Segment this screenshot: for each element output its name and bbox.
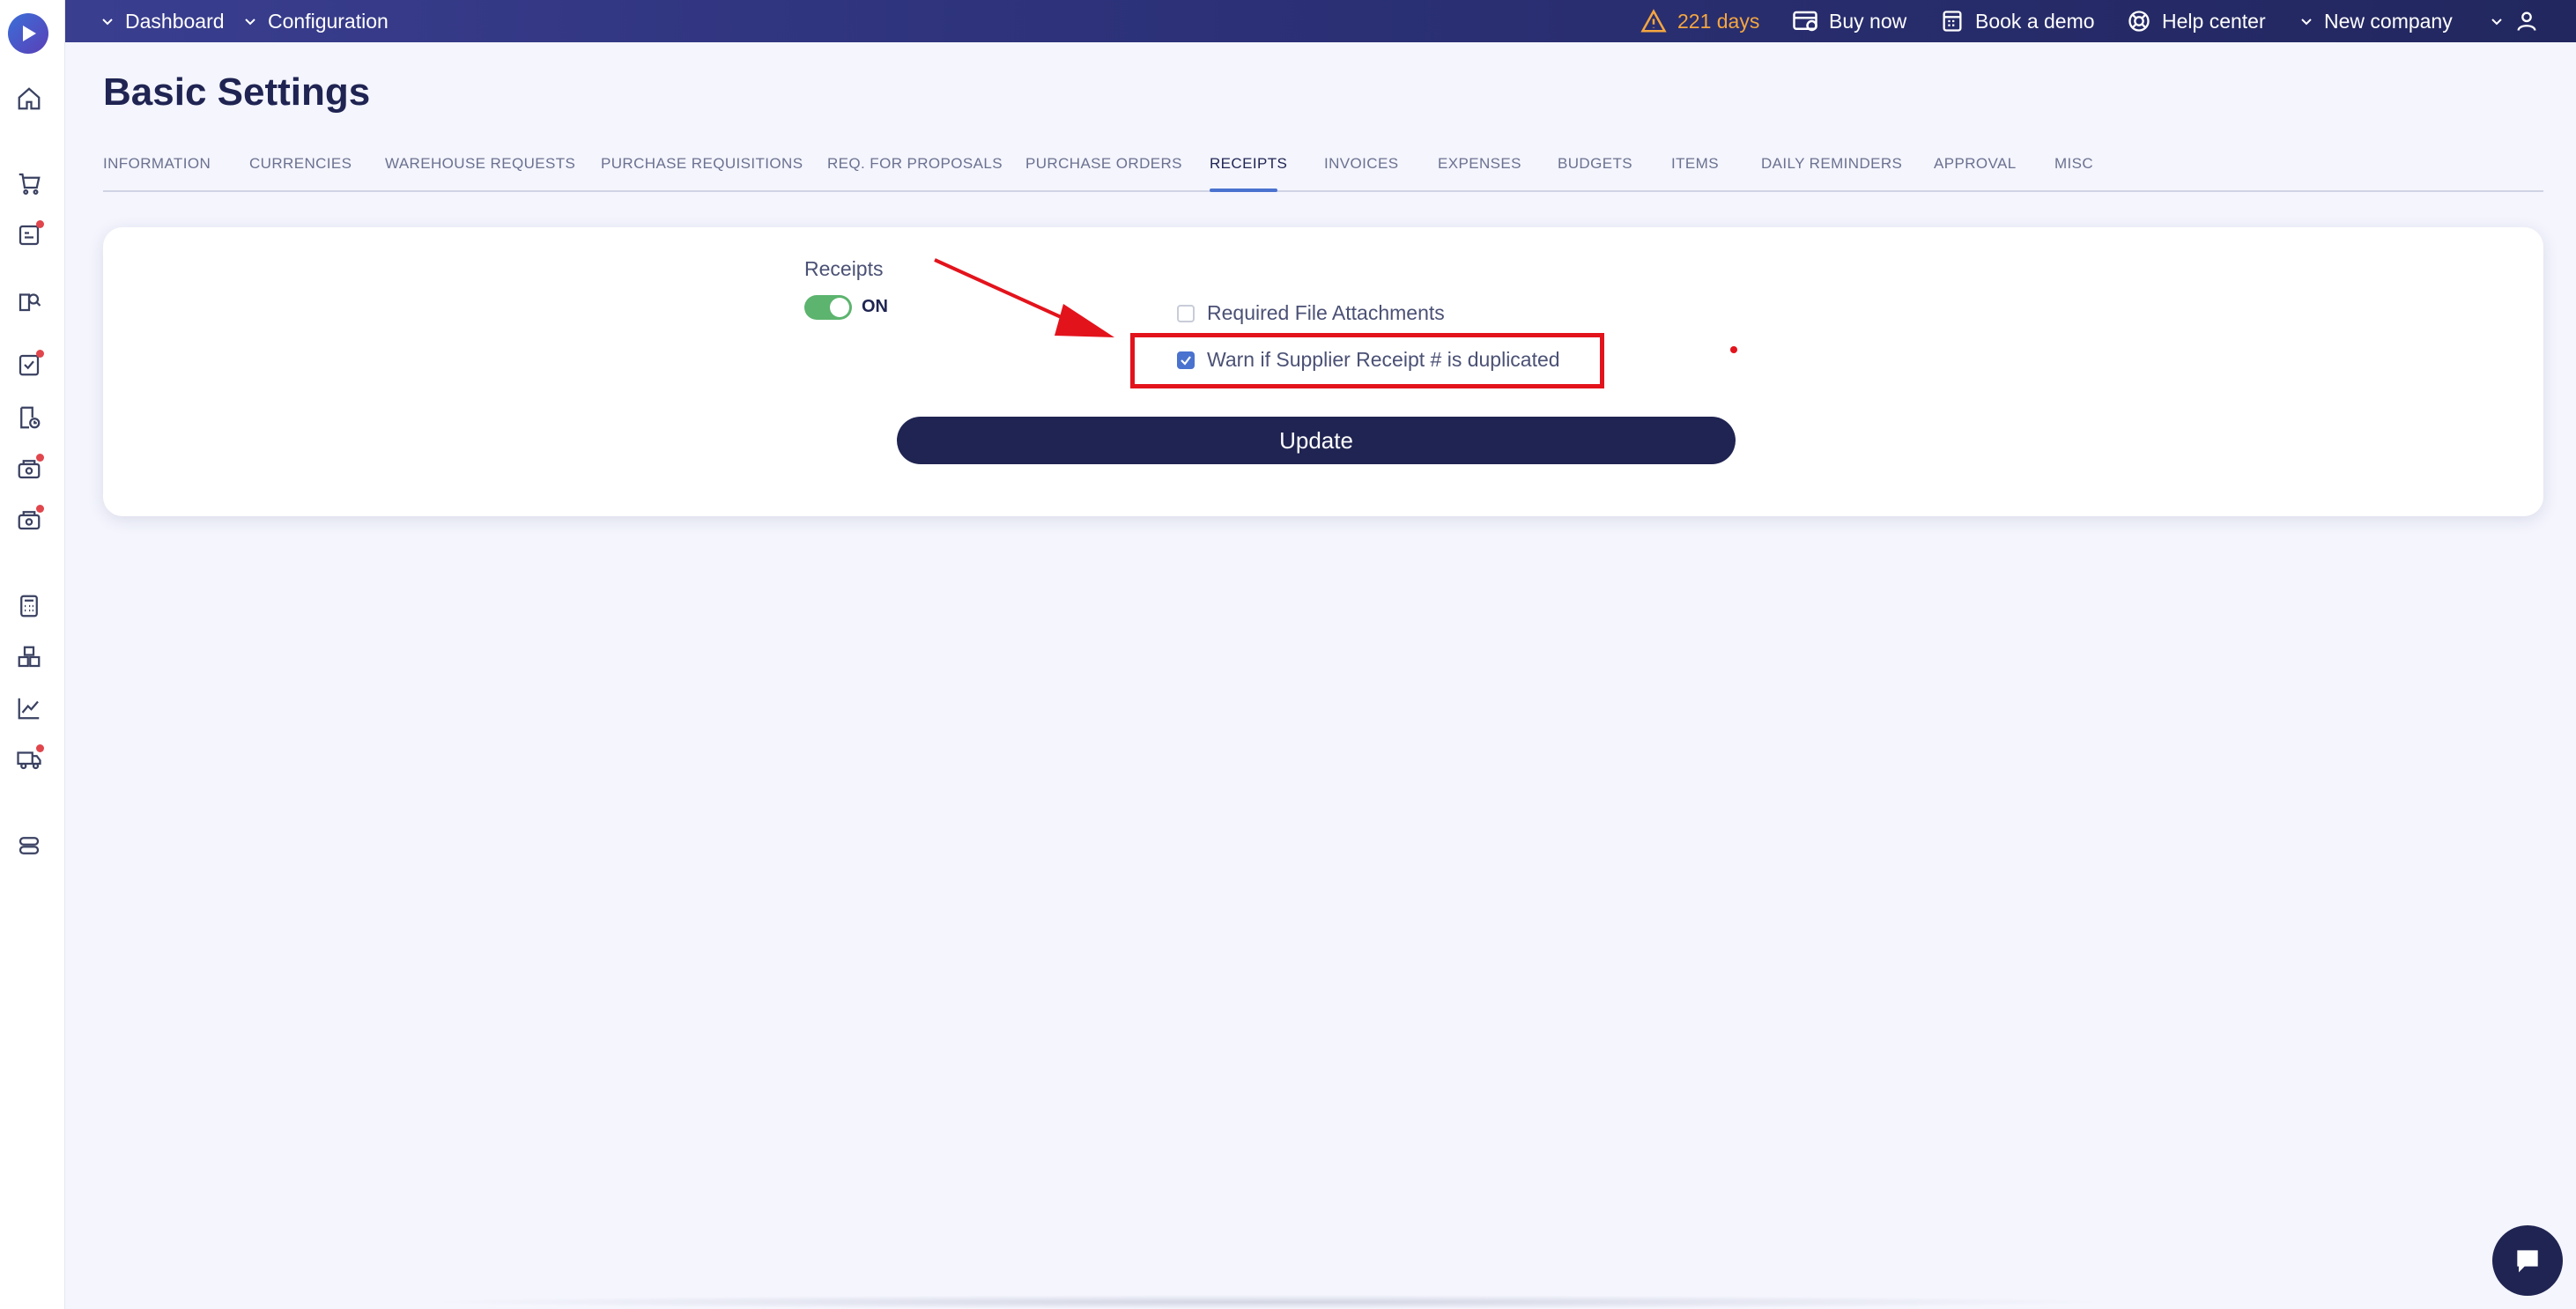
calculator-icon[interactable] [14, 591, 44, 621]
tab-warehouse-requests[interactable]: WAREHOUSE REQUESTS [385, 155, 575, 173]
settings-tabs: INFORMATION CURRENCIES WAREHOUSE REQUEST… [103, 150, 2543, 192]
annotation-arrow-icon [934, 258, 1114, 337]
home-icon[interactable] [14, 84, 44, 114]
required-attachments-label: Required File Attachments [1207, 301, 1445, 324]
buy-now-link[interactable]: Buy now [1792, 0, 1906, 42]
company-label: New company [2324, 9, 2453, 33]
cart-icon[interactable] [14, 168, 44, 198]
notification-dot [36, 505, 44, 513]
doc-clock-icon[interactable] [14, 403, 44, 433]
bottom-shadow [423, 1295, 2114, 1309]
tab-daily-reminders[interactable]: DAILY REMINDERS [1761, 155, 1902, 173]
toggle-knob [830, 298, 849, 317]
money-box-icon[interactable] [14, 454, 44, 484]
annotation-dot [1730, 346, 1737, 353]
trial-indicator[interactable]: 221 days [1640, 0, 1759, 42]
trial-days: 221 days [1677, 9, 1760, 33]
chevron-down-icon [245, 18, 255, 26]
money-box-2-icon[interactable] [14, 505, 44, 535]
tab-receipts[interactable]: RECEIPTS [1210, 155, 1287, 173]
buy-now-label: Buy now [1829, 9, 1907, 33]
chat-bubble-icon [2517, 1250, 2538, 1273]
settings-icon[interactable] [14, 831, 44, 861]
tab-approval[interactable]: APPROVAL [1934, 155, 2017, 173]
help-center-link[interactable]: Help center [2127, 0, 2266, 42]
tab-purchase-orders[interactable]: PURCHASE ORDERS [1025, 155, 1182, 173]
chevron-down-icon [102, 18, 113, 26]
user-menu[interactable] [2490, 0, 2539, 42]
tab-currencies[interactable]: CURRENCIES [249, 155, 352, 173]
play-logo-icon [23, 26, 36, 41]
tab-expenses[interactable]: EXPENSES [1438, 155, 1521, 173]
tab-misc[interactable]: MISC [2054, 155, 2093, 173]
warning-icon [1640, 9, 1667, 33]
tab-budgets[interactable]: BUDGETS [1558, 155, 1632, 173]
configuration-label: Configuration [268, 9, 389, 33]
annotation-highlight-box [1130, 333, 1604, 388]
tab-invoices[interactable]: INVOICES [1324, 155, 1398, 173]
lifebuoy-icon [2128, 11, 2150, 32]
active-tab-indicator [1210, 189, 1277, 192]
notification-dot [36, 220, 44, 228]
chevron-down-icon [2301, 18, 2312, 26]
receipts-section-label: Receipts [804, 257, 884, 280]
checklist-icon[interactable] [14, 350, 44, 380]
app-logo[interactable] [8, 13, 48, 54]
calendar-icon [1943, 11, 1962, 32]
tab-req-for-proposals[interactable]: REQ. FOR PROPOSALS [827, 155, 1003, 173]
chat-button[interactable] [2492, 1225, 2563, 1296]
company-selector[interactable]: New company [2299, 0, 2453, 42]
notification-dot [36, 350, 44, 358]
requests-icon[interactable] [14, 220, 44, 250]
notification-dot [36, 454, 44, 462]
book-demo-label: Book a demo [1975, 9, 2095, 33]
required-attachments-row: Required File Attachments [1177, 301, 1445, 325]
truck-icon[interactable] [14, 744, 44, 774]
required-attachments-checkbox[interactable] [1177, 304, 1195, 322]
card-icon [1793, 11, 1817, 32]
tab-purchase-requisitions[interactable]: PURCHASE REQUISITIONS [601, 155, 803, 173]
notification-dot [36, 744, 44, 752]
configuration-menu[interactable]: Configuration [243, 0, 389, 42]
dashboard-label: Dashboard [125, 9, 225, 33]
user-icon [2517, 11, 2536, 31]
chart-icon[interactable] [14, 693, 44, 723]
receipts-toggle[interactable] [804, 295, 852, 320]
help-center-label: Help center [2162, 9, 2266, 33]
toggle-state-label: ON [862, 297, 888, 316]
update-button[interactable]: Update [897, 417, 1736, 464]
page-title: Basic Settings [103, 70, 371, 114]
book-demo-link[interactable]: Book a demo [1940, 0, 2095, 42]
top-bar: Dashboard Configuration 221 days Buy now… [65, 0, 2576, 42]
chevron-down-icon [2491, 18, 2502, 26]
tab-items[interactable]: ITEMS [1671, 155, 1719, 173]
tab-information[interactable]: INFORMATION [103, 155, 211, 173]
search-doc-icon[interactable] [14, 286, 44, 316]
boxes-icon[interactable] [14, 642, 44, 672]
sidebar [0, 0, 65, 1309]
dashboard-menu[interactable]: Dashboard [100, 0, 225, 42]
